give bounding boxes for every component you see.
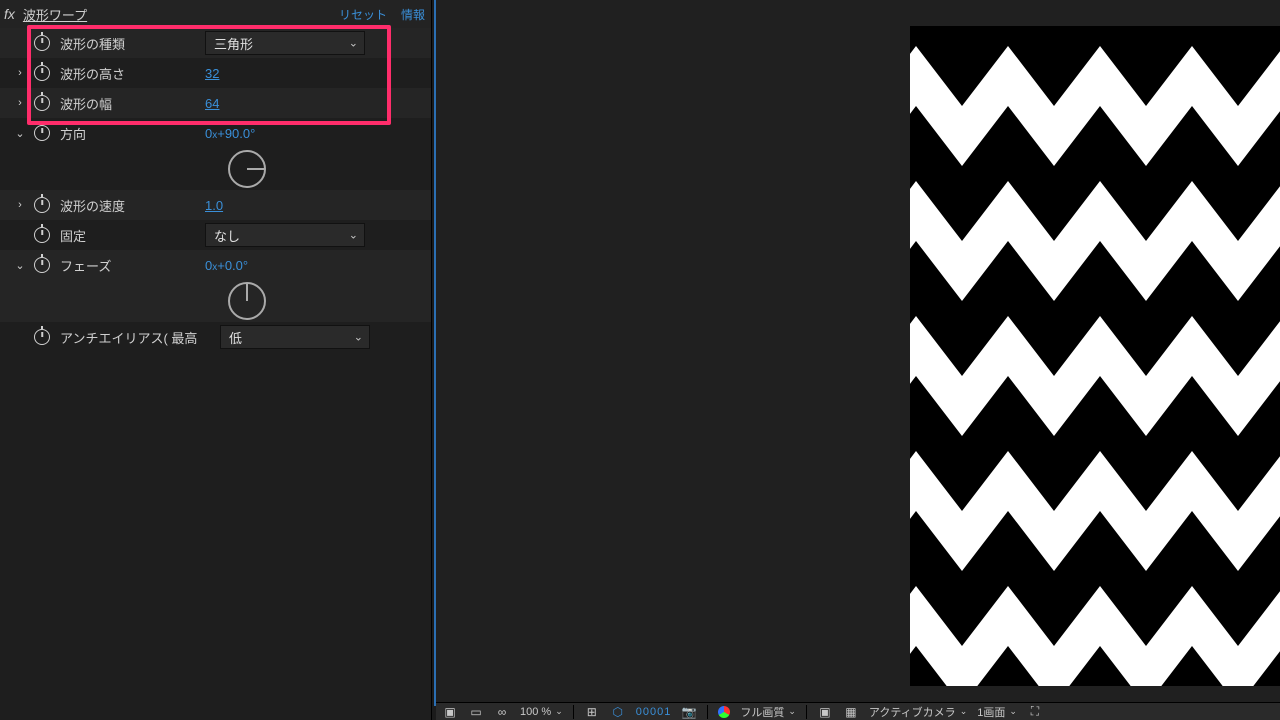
resolution-icon[interactable]: ▭	[468, 705, 484, 719]
chevron-down-icon: ⌄	[349, 37, 358, 50]
dropdown-value: なし	[214, 226, 240, 245]
stopwatch-icon[interactable]	[34, 257, 50, 273]
direction-angle-dial[interactable]	[228, 150, 266, 188]
fx-badge: fx	[4, 6, 15, 22]
row-wave-type: 波形の種類 三角形 ⌄	[0, 28, 431, 58]
chevron-down-icon: ⌄	[960, 706, 968, 717]
prop-label: アンチエイリアス( 最高	[60, 328, 220, 347]
wave-width-value[interactable]: 64	[205, 96, 219, 111]
separator	[707, 705, 708, 719]
wave-type-dropdown[interactable]: 三角形 ⌄	[205, 31, 365, 55]
zoom-value: 100 %	[520, 706, 551, 718]
views-dropdown[interactable]: 1画面 ⌄	[977, 704, 1017, 720]
effect-reset-link[interactable]: リセット	[339, 6, 387, 23]
wave-speed-value[interactable]: 1.0	[205, 198, 223, 213]
camera-value: アクティブカメラ	[869, 704, 956, 720]
pinning-dropdown[interactable]: なし ⌄	[205, 223, 365, 247]
separator	[573, 705, 574, 719]
current-time[interactable]: 00001	[636, 706, 672, 718]
chevron-down-icon: ⌄	[354, 331, 363, 344]
dropdown-value: 低	[229, 328, 242, 347]
direction-value[interactable]: 0x+90.0°	[205, 126, 255, 141]
twirl-icon[interactable]: ›	[14, 67, 26, 79]
target-icon[interactable]: ⊞	[584, 705, 600, 719]
quality-dropdown[interactable]: フル画質 ⌄	[740, 704, 796, 720]
chevron-down-icon: ⌄	[555, 706, 563, 717]
quality-value: フル画質	[740, 704, 784, 720]
row-antialias: アンチエイリアス( 最高 低 ⌄	[0, 322, 431, 352]
views-value: 1画面	[977, 704, 1005, 720]
prop-label: フェーズ	[60, 256, 205, 275]
stopwatch-icon[interactable]	[34, 227, 50, 243]
prop-label: 波形の速度	[60, 196, 205, 215]
row-wave-height: › 波形の高さ 32	[0, 58, 431, 88]
effect-title[interactable]: 波形ワープ	[23, 5, 325, 24]
camera-dropdown[interactable]: アクティブカメラ ⌄	[869, 704, 967, 720]
chevron-down-icon: ⌄	[349, 229, 358, 242]
phase-angle-dial[interactable]	[228, 282, 266, 320]
composition-viewer[interactable]	[436, 0, 1280, 702]
twirl-open-icon[interactable]: ⌄	[14, 259, 26, 272]
crop-icon[interactable]: ⛶	[1027, 705, 1043, 719]
separator	[806, 705, 807, 719]
phase-value[interactable]: 0x+0.0°	[205, 258, 248, 273]
stopwatch-icon[interactable]	[34, 65, 50, 81]
stopwatch-icon[interactable]	[34, 35, 50, 51]
zoom-dropdown[interactable]: 100 % ⌄	[520, 706, 563, 718]
twirl-icon[interactable]: ›	[14, 199, 26, 211]
effect-header: fx 波形ワープ リセット 情報	[0, 0, 431, 28]
stopwatch-icon[interactable]	[34, 95, 50, 111]
stopwatch-icon[interactable]	[34, 329, 50, 345]
twirl-icon[interactable]: ›	[14, 97, 26, 109]
row-wave-width: › 波形の幅 64	[0, 88, 431, 118]
chevron-down-icon: ⌄	[788, 706, 796, 717]
stopwatch-icon[interactable]	[34, 125, 50, 141]
transparency-grid-icon[interactable]: ▦	[843, 705, 859, 719]
prop-label: 方向	[60, 124, 205, 143]
composition-canvas	[910, 26, 1280, 686]
goggles-icon[interactable]: ∞	[494, 705, 510, 719]
channel-icon[interactable]	[718, 706, 730, 718]
viewer-toolbar: ▣ ▭ ∞ 100 % ⌄ ⊞ ⬡ 00001 📷 フル画質 ⌄ ▣ ▦ アクテ…	[436, 702, 1280, 720]
prop-label: 波形の高さ	[60, 64, 205, 83]
snapshot-icon[interactable]: 📷	[681, 705, 697, 719]
effect-about-link[interactable]: 情報	[401, 6, 425, 23]
twirl-open-icon[interactable]: ⌄	[14, 127, 26, 140]
prop-label: 固定	[60, 226, 205, 245]
row-wave-speed: › 波形の速度 1.0	[0, 190, 431, 220]
antialias-dropdown[interactable]: 低 ⌄	[220, 325, 370, 349]
mask-icon[interactable]: ⬡	[610, 705, 626, 719]
row-direction: ⌄ 方向 0x+90.0°	[0, 118, 431, 148]
row-direction-dial	[0, 148, 431, 190]
wave-height-value[interactable]: 32	[205, 66, 219, 81]
row-pinning: 固定 なし ⌄	[0, 220, 431, 250]
dropdown-value: 三角形	[214, 34, 253, 53]
prop-label: 波形の幅	[60, 94, 205, 113]
chevron-down-icon: ⌄	[1009, 706, 1017, 717]
region-icon[interactable]: ▣	[817, 705, 833, 719]
prop-label: 波形の種類	[60, 34, 205, 53]
row-phase: ⌄ フェーズ 0x+0.0°	[0, 250, 431, 280]
effects-panel: fx 波形ワープ リセット 情報 波形の種類 三角形 ⌄ › 波形の高さ 32 …	[0, 0, 432, 720]
stopwatch-icon[interactable]	[34, 197, 50, 213]
row-phase-dial	[0, 280, 431, 322]
magnify-icon[interactable]: ▣	[442, 705, 458, 719]
